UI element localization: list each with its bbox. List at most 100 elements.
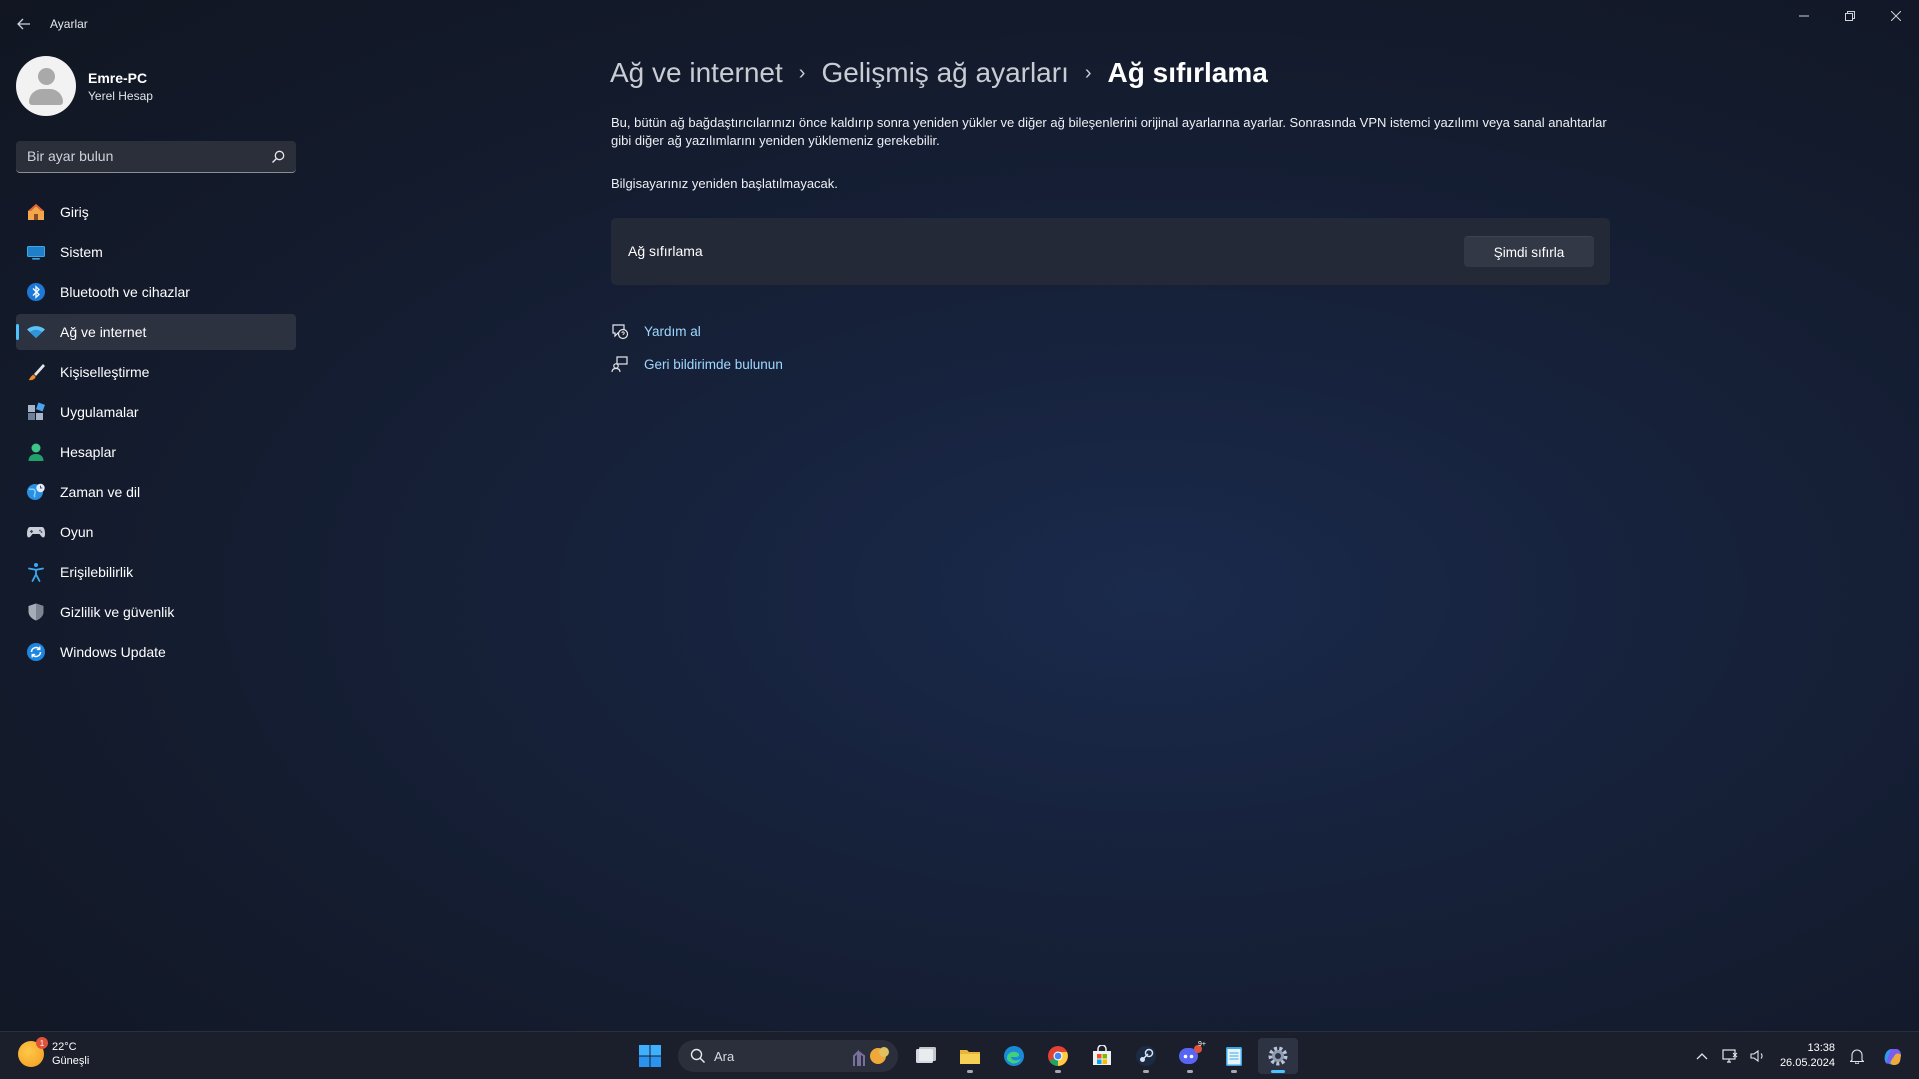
store-icon (1093, 1045, 1111, 1065)
sidebar-item-time-language[interactable]: Zaman ve dil (16, 474, 296, 510)
sidebar-item-label: Erişilebilirlik (60, 564, 134, 580)
network-reset-label: Ağ sıfırlama (628, 243, 703, 259)
sidebar-item-label: Ağ ve internet (60, 324, 147, 340)
steam-icon (1136, 1046, 1156, 1066)
globe-clock-icon (26, 482, 46, 502)
sidebar-item-gaming[interactable]: Oyun (16, 514, 296, 550)
related-links: Yardım al Geri bildirimde bulunun (611, 320, 783, 386)
page-title: Ağ sıfırlama (1107, 57, 1268, 88)
bell-icon (1850, 1049, 1864, 1064)
discord-icon (1179, 1045, 1202, 1064)
taskbar-search[interactable]: Ara (678, 1040, 898, 1072)
feedback-link-label[interactable]: Geri bildirimde bulunun (644, 357, 783, 372)
restore-button[interactable] (1827, 0, 1873, 32)
volume-icon (1750, 1049, 1763, 1063)
sidebar-item-network[interactable]: Ağ ve internet (16, 314, 296, 350)
chrome-icon (1048, 1046, 1068, 1066)
reset-now-button[interactable]: Şimdi sıfırla (1464, 236, 1594, 267)
restart-note: Bilgisayarınız yeniden başlatılmayacak. (611, 176, 838, 191)
taskbar-search-label: Ara (714, 1048, 735, 1064)
monitor-icon (26, 242, 46, 262)
minimize-button[interactable] (1781, 0, 1827, 32)
apps-icon (26, 402, 46, 422)
start-button[interactable] (630, 1038, 670, 1074)
settings-app-button[interactable] (1258, 1038, 1298, 1074)
user-profile[interactable]: Emre-PC Yerel Hesap (16, 56, 153, 116)
search-icon[interactable] (270, 149, 286, 165)
steam-button[interactable] (1126, 1038, 1166, 1074)
notepad-button[interactable] (1214, 1038, 1254, 1074)
chrome-button[interactable] (1038, 1038, 1078, 1074)
sun-icon: 1 (18, 1037, 48, 1067)
breadcrumb-network-internet[interactable]: Ağ ve internet (610, 57, 783, 89)
task-view-icon (916, 1047, 936, 1063)
help-link-label[interactable]: Yardım al (644, 324, 701, 339)
sidebar-item-apps[interactable]: Uygulamalar (16, 394, 296, 430)
taskbar-clock[interactable]: 13:38 26.05.2024 (1780, 1041, 1835, 1071)
help-icon (611, 322, 629, 340)
sidebar-item-personalization[interactable]: Kişiselleştirme (16, 354, 296, 390)
help-link[interactable]: Yardım al (611, 320, 783, 342)
sidebar-item-label: Giriş (60, 204, 89, 220)
breadcrumb-advanced-network[interactable]: Gelişmiş ağ ayarları (821, 57, 1068, 89)
sidebar-item-label: Uygulamalar (60, 404, 139, 420)
restore-icon (1845, 11, 1855, 21)
weather-widget[interactable]: 1 22°C Güneşli (18, 1037, 89, 1068)
copilot-button[interactable] (1881, 1044, 1905, 1068)
taskbar-apps: Ara 9+ (630, 1038, 1302, 1074)
avatar (16, 56, 76, 116)
edge-icon (1004, 1046, 1024, 1066)
file-explorer-button[interactable] (950, 1038, 990, 1074)
back-arrow-icon (17, 18, 30, 30)
sidebar-item-label: Bluetooth ve cihazlar (60, 284, 190, 300)
sidebar-item-bluetooth[interactable]: Bluetooth ve cihazlar (16, 274, 296, 310)
store-button[interactable] (1082, 1038, 1122, 1074)
home-icon (26, 202, 46, 222)
breadcrumb: Ağ ve internet › Gelişmiş ağ ayarları › … (610, 57, 1268, 89)
discord-button[interactable]: 9+ (1170, 1038, 1210, 1074)
sidebar-item-windows-update[interactable]: Windows Update (16, 634, 296, 670)
show-hidden-icons-button[interactable] (1690, 1044, 1714, 1068)
sidebar-item-accounts[interactable]: Hesaplar (16, 434, 296, 470)
profile-name: Emre-PC (88, 69, 148, 86)
search-highlight-icon (853, 1047, 889, 1066)
folder-icon (960, 1050, 980, 1064)
wifi-icon (26, 322, 46, 342)
chevron-right-icon: › (1084, 61, 1092, 84)
volume-tray-button[interactable] (1746, 1044, 1770, 1068)
sidebar-item-home[interactable]: Giriş (16, 194, 296, 230)
sidebar-item-accessibility[interactable]: Erişilebilirlik (16, 554, 296, 590)
bluetooth-icon (26, 282, 46, 302)
discord-badge: 9+ (1198, 1041, 1206, 1048)
close-icon (1891, 11, 1901, 21)
weather-badge: 1 (36, 1037, 48, 1049)
reset-description: Bu, bütün ağ bağdaştırıcılarınızı önce k… (611, 115, 1607, 148)
sidebar-item-label: Kişiselleştirme (60, 364, 150, 380)
settings-search[interactable] (16, 141, 296, 173)
chevron-up-icon (1696, 1053, 1708, 1060)
gamepad-icon (26, 522, 46, 542)
profile-account-type: Yerel Hesap (88, 88, 153, 103)
sidebar-item-label: Sistem (60, 244, 103, 260)
close-button[interactable] (1873, 0, 1919, 32)
feedback-link[interactable]: Geri bildirimde bulunun (611, 353, 783, 375)
notepad-icon (1226, 1047, 1242, 1066)
sidebar-item-label: Zaman ve dil (60, 484, 141, 500)
sidebar-item-label: Oyun (60, 524, 94, 540)
back-button[interactable] (14, 14, 34, 34)
accessibility-icon (26, 562, 46, 582)
system-tray: 13:38 26.05.2024 (1688, 1032, 1919, 1079)
sidebar-item-privacy-security[interactable]: Gizlilik ve güvenlik (16, 594, 296, 630)
window-controls (1781, 0, 1919, 32)
sidebar-item-label: Hesaplar (60, 444, 117, 460)
search-input[interactable] (27, 148, 257, 164)
task-view-button[interactable] (906, 1038, 946, 1074)
gear-icon (1268, 1046, 1288, 1066)
search-icon (690, 1048, 706, 1064)
network-tray-button[interactable] (1718, 1044, 1742, 1068)
sidebar-item-system[interactable]: Sistem (16, 234, 296, 270)
notifications-button[interactable] (1845, 1044, 1869, 1068)
edge-browser-button[interactable] (994, 1038, 1034, 1074)
sidebar-item-label: Gizlilik ve güvenlik (60, 604, 175, 620)
clock-date: 26.05.2024 (1779, 1057, 1835, 1069)
